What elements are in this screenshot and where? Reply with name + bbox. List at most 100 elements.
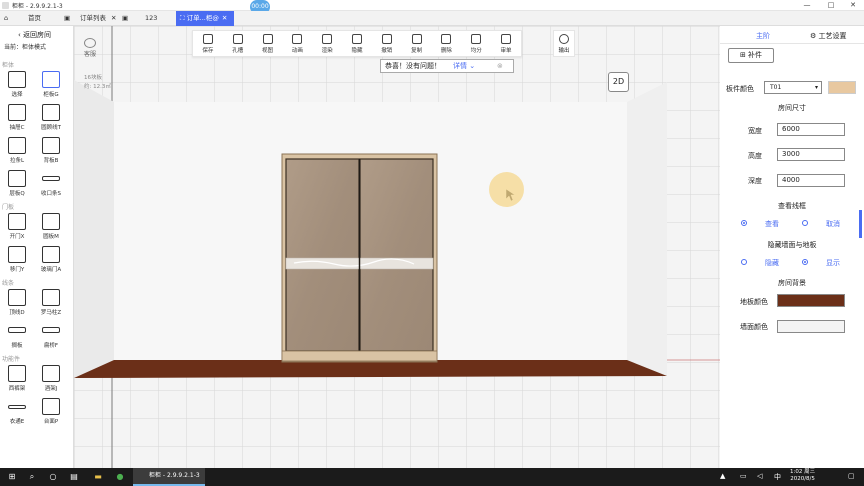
board-color-select[interactable]: T01 ▾ (764, 81, 822, 94)
close-icon[interactable]: ✕ (222, 14, 227, 22)
render-label: 渲染 (321, 48, 333, 54)
wireframe-cancel-radio[interactable] (802, 220, 808, 226)
tool-hanging-rod[interactable]: 衣通E (0, 395, 34, 428)
tab-order-list[interactable]: 订单列表 (80, 11, 106, 26)
tool-hanging-rod-label: 衣通E (9, 419, 25, 425)
notification-icon[interactable]: ▢ (848, 472, 855, 480)
tab-process-settings[interactable]: ⚙ 工艺设置 (810, 31, 847, 41)
design-canvas[interactable] (74, 26, 720, 468)
gear-icon: ⚙ (810, 32, 819, 40)
bridge-icon (42, 327, 60, 333)
copy-button[interactable]: 复制 (402, 31, 432, 58)
tool-wine-rack[interactable]: 酒架J (34, 362, 68, 395)
tool-back-panel[interactable]: 背板B (34, 134, 68, 167)
tool-top-line[interactable]: 顶线D (0, 286, 34, 319)
clock[interactable]: 1:02 周三 2020/8/5 (790, 469, 815, 483)
tool-glass-door[interactable]: 玻璃门A (34, 243, 68, 276)
tool-shelf[interactable]: 层板Q (0, 167, 34, 200)
wireframe-view-radio[interactable] (741, 220, 747, 226)
patch-button[interactable]: ⊞ 补件 (728, 48, 774, 63)
tool-countertop-label: 台面P (43, 419, 59, 425)
height-field[interactable]: 3000 (777, 148, 845, 161)
tool-select[interactable]: 选择 (0, 68, 34, 101)
notice-detail-label: 详情 (453, 62, 467, 70)
undo-label: 撤销 (381, 48, 393, 54)
tab-order-cabinet[interactable]: ⛶ 订单...柜@ ✕ (176, 11, 234, 26)
board-color-swatch[interactable] (828, 81, 856, 94)
tool-rack[interactable]: 搁板 (0, 319, 34, 352)
customer-service-button[interactable]: 客服 (84, 38, 96, 58)
volume-icon[interactable]: ◁ (757, 472, 762, 480)
room-size-title: 房间尺寸 (778, 104, 806, 112)
save-button[interactable]: 保存 (193, 31, 223, 58)
wardrobe[interactable] (281, 153, 438, 363)
view-2d-toggle[interactable]: 2D (608, 72, 629, 92)
tool-trouser-rack[interactable]: 西裤架 (0, 362, 34, 395)
minimize-button[interactable]: — (796, 0, 818, 11)
hide-radio[interactable] (741, 259, 747, 265)
tool-edge-strip-label: 收口条S (41, 191, 61, 197)
tab-home[interactable]: 首页 (28, 11, 41, 26)
browser-icon[interactable]: ● (114, 471, 126, 483)
width-field[interactable]: 6000 (777, 123, 845, 136)
divide-evenly-button[interactable]: 均分 (461, 31, 491, 58)
clock-time: 1:02 周三 (790, 469, 816, 475)
hide-button[interactable]: 隐藏 (342, 31, 372, 58)
maximize-button[interactable]: □ (820, 0, 842, 11)
tool-pull-bar[interactable]: 拉条L (0, 134, 34, 167)
tab-close-icon[interactable]: ✕ (111, 11, 116, 26)
column-icon (42, 289, 60, 306)
tool-round-line[interactable]: 圆顾线T (34, 101, 68, 134)
depth-field[interactable]: 4000 (777, 174, 845, 187)
floor-color-swatch[interactable] (777, 294, 845, 307)
tool-round-panel[interactable]: 圆板M (34, 210, 68, 243)
floor-color-label: 地板颜色 (740, 298, 768, 306)
wardrobe-door-left[interactable] (285, 158, 360, 352)
search-icon[interactable]: ⌕ (26, 471, 38, 483)
file-explorer-icon[interactable]: ▬ (92, 471, 104, 483)
task-view-icon[interactable]: ▤ (68, 471, 80, 483)
notice-close-icon[interactable]: ⊗ (497, 60, 503, 72)
tool-flat-bridge[interactable]: 扁桥F (34, 319, 68, 352)
tab-main[interactable]: 主阶 (756, 31, 770, 41)
wall-color-swatch[interactable] (777, 320, 845, 333)
tool-sliding-door[interactable]: 移门Y (0, 243, 34, 276)
cortana-icon[interactable]: ○ (47, 471, 59, 483)
back-to-room-button[interactable]: ‹ 返回房间 当前：柜体模式 (0, 26, 73, 51)
width-label: 宽度 (748, 127, 762, 135)
tab-123[interactable]: 123 (145, 11, 157, 26)
tool-edge-strip[interactable]: 收口条S (34, 167, 68, 200)
network-icon[interactable]: ▲ (720, 472, 725, 480)
hide-wall-floor-title: 隐藏墙面与地板 (767, 241, 817, 249)
view-button[interactable]: 视图 (253, 31, 283, 58)
delete-button[interactable]: 删除 (432, 31, 462, 58)
animation-button[interactable]: 动画 (282, 31, 312, 58)
ime-indicator[interactable]: 中 (774, 472, 781, 482)
tool-drawer[interactable]: 抽屉C (0, 101, 34, 134)
review-order-button[interactable]: 审单 (491, 31, 521, 58)
close-button[interactable]: ✕ (842, 0, 864, 11)
tab-order-cabinet-label: 订单...柜@ (186, 14, 219, 22)
tool-cabinet-board[interactable]: 柜板G (34, 68, 68, 101)
property-panel: 主阶 ⚙ 工艺设置 ⊞ 补件 板件颜色 T01 ▾ 房间尺寸 宽度 6000 高度… (720, 26, 864, 468)
hole-slot-button[interactable]: 孔槽 (223, 31, 253, 58)
save-label: 保存 (202, 48, 214, 54)
windows-start-icon[interactable]: ⊞ (6, 471, 18, 483)
review-order-label: 审单 (500, 48, 512, 54)
render-button[interactable]: 渲染 (312, 31, 342, 58)
tool-rack-label: 搁板 (11, 343, 23, 349)
undo-button[interactable]: 撤销 (372, 31, 402, 58)
battery-icon[interactable]: ▭ (740, 472, 747, 480)
export-button[interactable]: 输出 (553, 30, 575, 57)
taskbar-app-cabinet[interactable]: 柜柜 - 2.9.9.2.1-3 (133, 468, 205, 486)
tool-countertop[interactable]: 台面P (34, 395, 68, 428)
height-label: 高度 (748, 152, 762, 160)
home-icon[interactable]: ⌂ (4, 11, 8, 26)
trash-icon (441, 34, 452, 44)
tool-roman-column[interactable]: 罗马柱Z (34, 286, 68, 319)
tool-open-door[interactable]: 开门X (0, 210, 34, 243)
notice-detail-link[interactable]: 详情 ⌄ (453, 60, 475, 72)
panel-scrollbar[interactable] (859, 210, 862, 238)
wardrobe-door-right[interactable] (359, 158, 434, 352)
show-radio[interactable] (802, 259, 808, 265)
